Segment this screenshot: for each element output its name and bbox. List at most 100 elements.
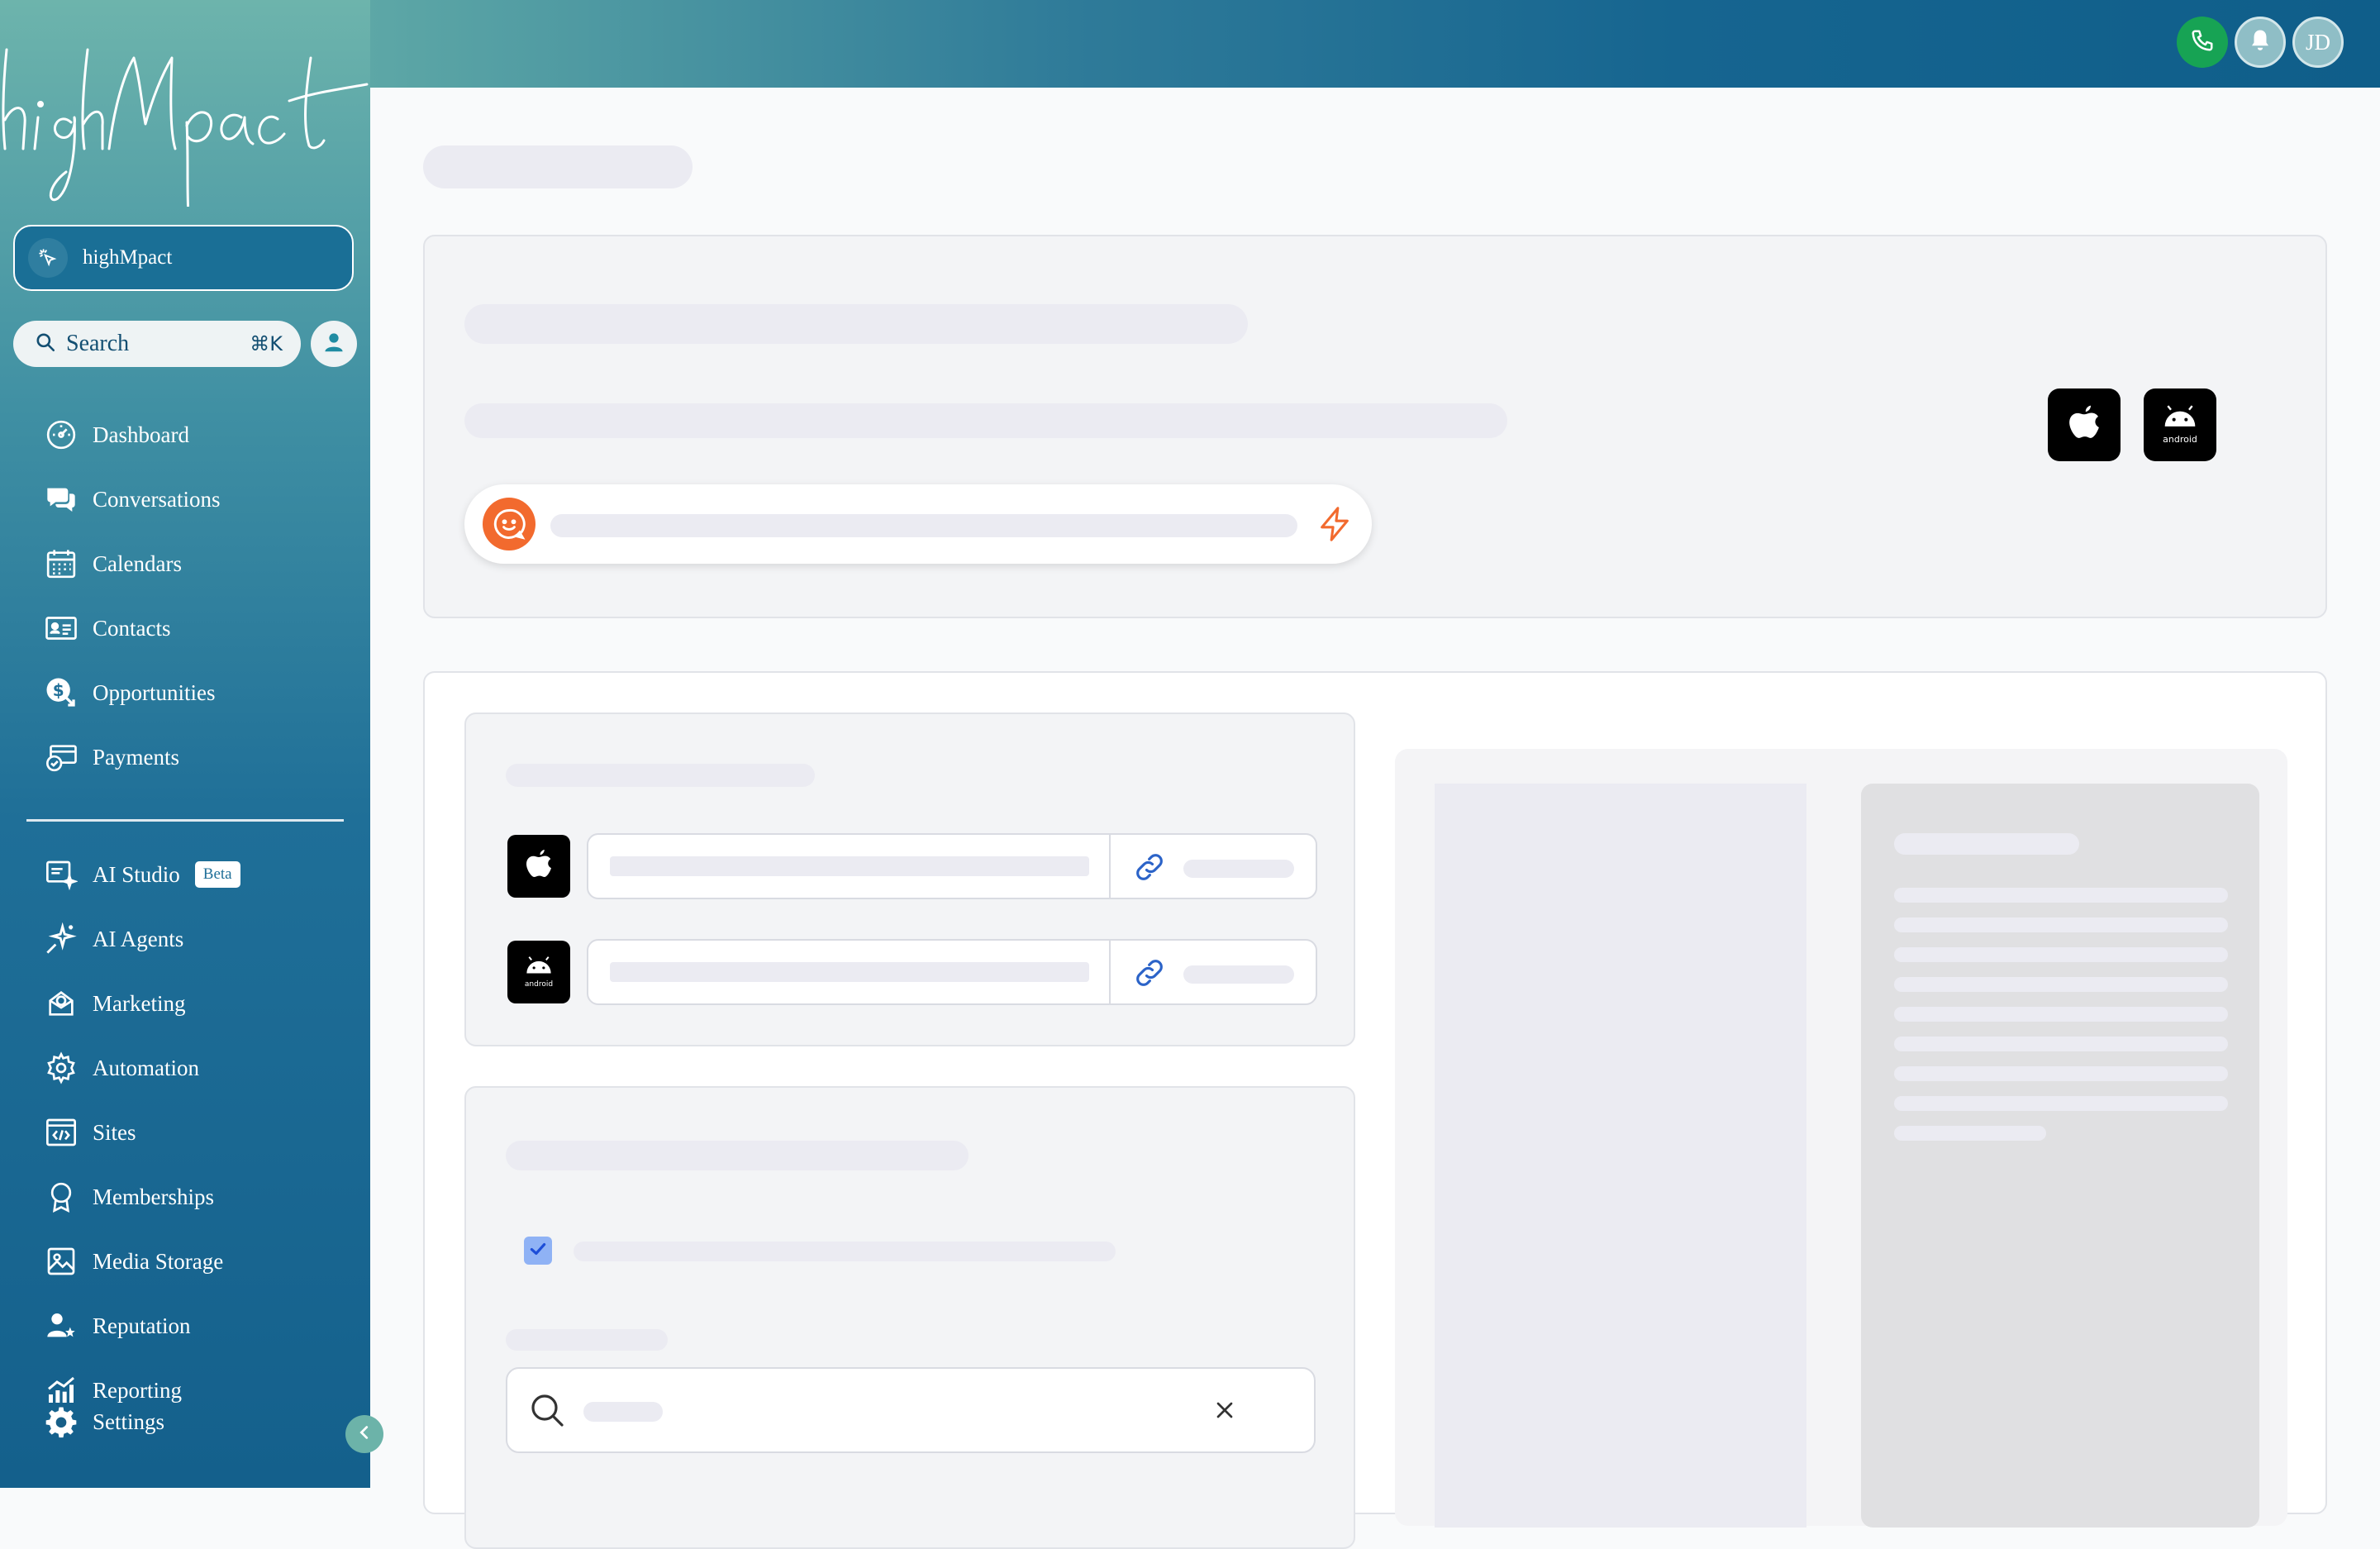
preview-line: [1894, 1126, 2046, 1141]
sparkle-icon: [43, 921, 79, 957]
nav-label: Reputation: [93, 1313, 191, 1338]
nav-item-conversations[interactable]: Conversations: [43, 474, 221, 524]
section-title-skeleton: [506, 1141, 969, 1170]
preview-line: [1894, 977, 2228, 992]
brand-logo[interactable]: [0, 25, 370, 217]
beta-badge: Beta: [194, 861, 240, 888]
preview-pane: [1395, 749, 2287, 1528]
automation-icon: [43, 1050, 79, 1086]
calendar-icon: [43, 546, 79, 582]
user-icon: [321, 330, 346, 359]
preview-line: [1894, 917, 2228, 932]
opportunities-icon: $: [43, 674, 79, 711]
notifications-button[interactable]: [2235, 17, 2286, 68]
preview-line: [1894, 1066, 2228, 1081]
sidebar: highMpact Search ⌘K Dashboard Conversati…: [0, 0, 383, 1488]
contacts-icon: [43, 610, 79, 646]
app-links-panel: android: [464, 713, 1355, 1046]
heading-skeleton: [464, 304, 1248, 344]
checkbox-label-skeleton: [574, 1242, 1116, 1261]
preview-line: [1894, 888, 2228, 903]
account-switcher[interactable]: highMpact: [13, 225, 354, 291]
search-icon: [35, 331, 56, 357]
section-title-skeleton: [506, 764, 815, 787]
collapse-sidebar-button[interactable]: [345, 1415, 383, 1453]
nav-item-sites[interactable]: Sites: [43, 1108, 136, 1157]
ai-studio-icon: [43, 856, 79, 893]
android-label: android: [524, 979, 554, 989]
membership-icon: [43, 1179, 79, 1215]
nav-item-contacts[interactable]: Contacts: [43, 603, 171, 653]
nav-item-calendars[interactable]: Calendars: [43, 539, 182, 589]
preview-right-column: [1861, 784, 2259, 1528]
apple-badge[interactable]: [2048, 388, 2121, 461]
marketing-icon: [43, 985, 79, 1022]
link-label-skeleton: [1183, 860, 1294, 878]
nav-item-dashboard[interactable]: Dashboard: [43, 410, 189, 460]
android-link-input[interactable]: [588, 941, 1109, 1003]
search-shortcut: ⌘K: [250, 332, 283, 355]
apple-link-badge: [507, 835, 570, 898]
nav-label: AI Agents: [93, 926, 184, 951]
phone-button[interactable]: [2177, 17, 2228, 68]
nav-item-ai-studio[interactable]: AI Studio Beta: [43, 850, 240, 899]
android-icon: [2162, 405, 2198, 432]
chat-icon: [43, 481, 79, 517]
ios-copy-link-button[interactable]: [1111, 835, 1316, 898]
settings-card: android: [423, 671, 2327, 1549]
nav-label: Calendars: [93, 550, 182, 576]
android-link-input-group: [587, 939, 1317, 1005]
preview-title-skeleton: [1894, 833, 2079, 855]
nav-label: Opportunities: [93, 679, 216, 705]
checkbox[interactable]: [524, 1237, 552, 1265]
nav-item-settings[interactable]: Settings: [43, 1397, 164, 1447]
nav-label: Contacts: [93, 615, 171, 641]
user-profile-button[interactable]: [311, 321, 357, 367]
subtitle-skeleton: [464, 403, 1507, 438]
search-label: Search: [66, 331, 130, 356]
nav-item-reputation[interactable]: Reputation: [43, 1301, 190, 1351]
android-badge[interactable]: android: [2144, 388, 2216, 461]
chat-widget-pill[interactable]: [464, 484, 1372, 564]
lightning-icon[interactable]: [1316, 504, 1354, 548]
link-icon: [1132, 850, 1167, 889]
nav-item-marketing[interactable]: Marketing: [43, 979, 185, 1028]
android-copy-link-button[interactable]: [1111, 941, 1316, 1003]
input-skeleton: [610, 962, 1089, 982]
nav-item-media-storage[interactable]: Media Storage: [43, 1237, 223, 1286]
search-field[interactable]: [506, 1367, 1316, 1453]
clear-icon[interactable]: [1211, 1397, 1238, 1427]
field-label-skeleton: [506, 1329, 668, 1351]
preview-line: [1894, 1037, 2228, 1051]
nav-item-memberships[interactable]: Memberships: [43, 1172, 214, 1222]
avatar-initials: JD: [2305, 29, 2330, 55]
options-panel: [464, 1086, 1355, 1549]
nav-item-ai-agents[interactable]: AI Agents: [43, 914, 183, 964]
nav-label: AI Studio: [93, 861, 180, 887]
ios-link-input-group: [587, 833, 1317, 899]
bell-icon: [2248, 28, 2273, 57]
nav-item-automation[interactable]: Automation: [43, 1043, 199, 1093]
nav-label: Automation: [93, 1055, 199, 1080]
hero-card: android: [423, 235, 2327, 618]
message-skeleton: [550, 514, 1297, 537]
search-button[interactable]: Search ⌘K: [13, 321, 301, 367]
media-icon: [43, 1243, 79, 1280]
account-name: highMpact: [83, 246, 173, 269]
phone-icon: [2190, 28, 2215, 57]
nav-label: Conversations: [93, 486, 221, 512]
android-label: android: [2163, 434, 2197, 445]
dashboard-icon: [43, 417, 79, 453]
settings-icon: [43, 1404, 79, 1440]
top-bar: JD: [370, 0, 2380, 88]
user-avatar[interactable]: JD: [2292, 17, 2344, 68]
link-icon: [1132, 956, 1167, 994]
apple-icon: [524, 847, 554, 886]
preview-line: [1894, 1096, 2228, 1111]
preview-line: [1894, 947, 2228, 962]
nav-item-opportunities[interactable]: $ Opportunities: [43, 668, 216, 717]
ios-link-input[interactable]: [588, 835, 1109, 898]
nav-label: Marketing: [93, 990, 186, 1016]
apple-icon: [2066, 403, 2102, 448]
nav-item-payments[interactable]: Payments: [43, 732, 179, 782]
